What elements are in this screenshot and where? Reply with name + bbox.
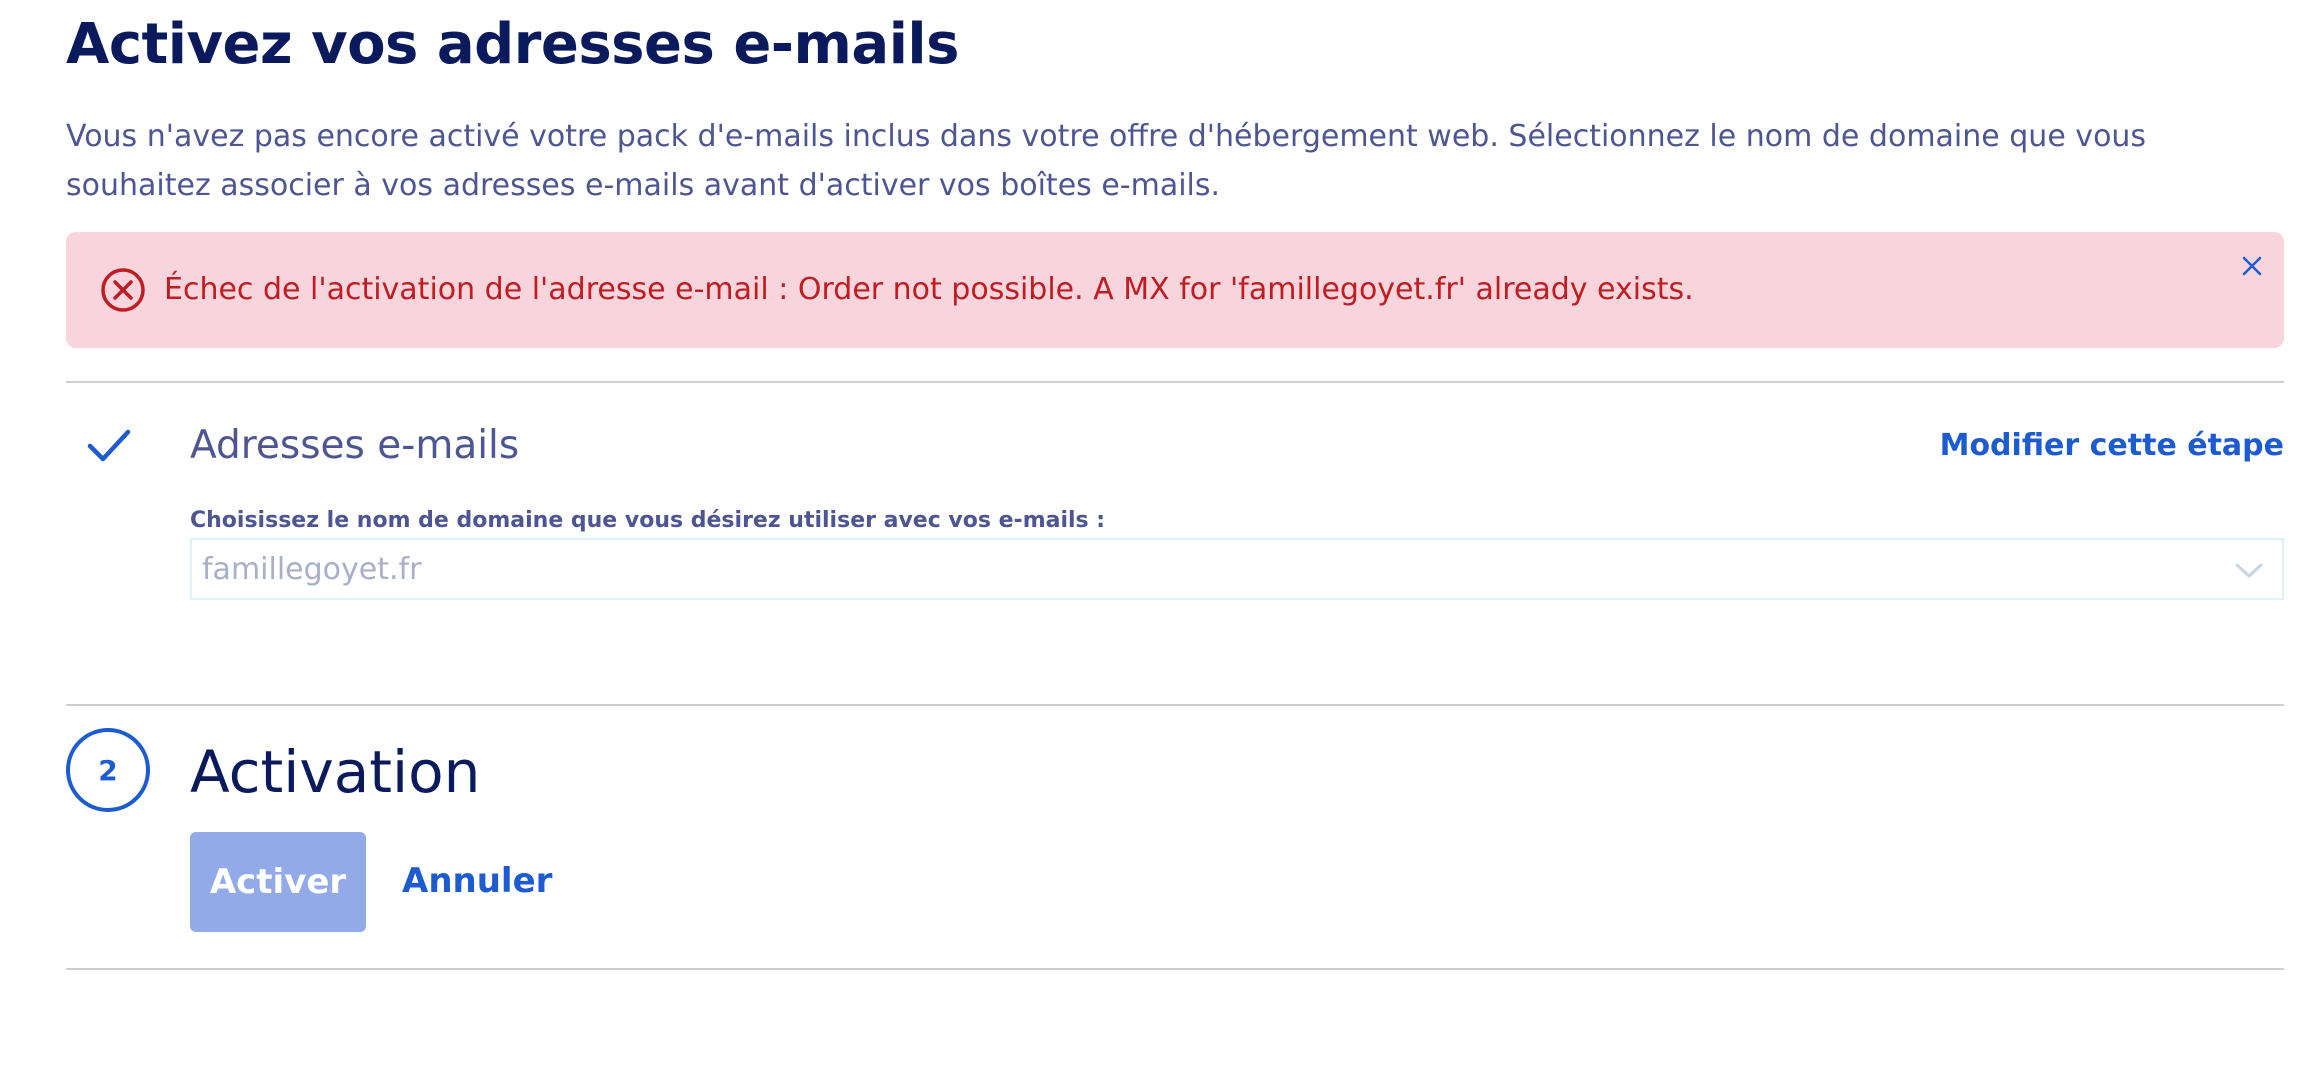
check-icon: [87, 429, 131, 462]
alert-close-button[interactable]: [2232, 246, 2272, 286]
page-intro: Vous n'avez pas encore activé votre pack…: [66, 119, 2147, 203]
step-1-title: Adresses e-mails: [190, 423, 520, 468]
error-alert: Échec de l'activation de l'adresse e-mai…: [66, 232, 2284, 348]
page-title: Activez vos adresses e-mails: [66, 12, 959, 77]
activate-button[interactable]: Activer: [190, 832, 366, 932]
chevron-down-icon: [2235, 563, 2263, 578]
error-alert-message: Échec de l'activation de l'adresse e-mai…: [164, 272, 1694, 307]
domain-field-label: Choisissez le nom de domaine que vous dé…: [190, 508, 1106, 533]
domain-select-value: famillegoyet.fr: [202, 552, 422, 587]
divider: [66, 381, 2284, 383]
divider: [66, 968, 2284, 970]
error-circle-x-icon: [101, 268, 145, 312]
email-activation-page: Activez vos adresses e-mails Vous n'avez…: [0, 0, 2308, 1078]
cancel-button[interactable]: Annuler: [402, 856, 552, 906]
step-2-title: Activation: [190, 738, 481, 806]
step-2-number-badge: 2: [66, 728, 150, 812]
modify-step-link[interactable]: Modifier cette étape: [1940, 424, 2284, 468]
domain-select[interactable]: famillegoyet.fr: [190, 538, 2284, 600]
close-icon: [2242, 256, 2262, 276]
divider: [66, 704, 2284, 706]
